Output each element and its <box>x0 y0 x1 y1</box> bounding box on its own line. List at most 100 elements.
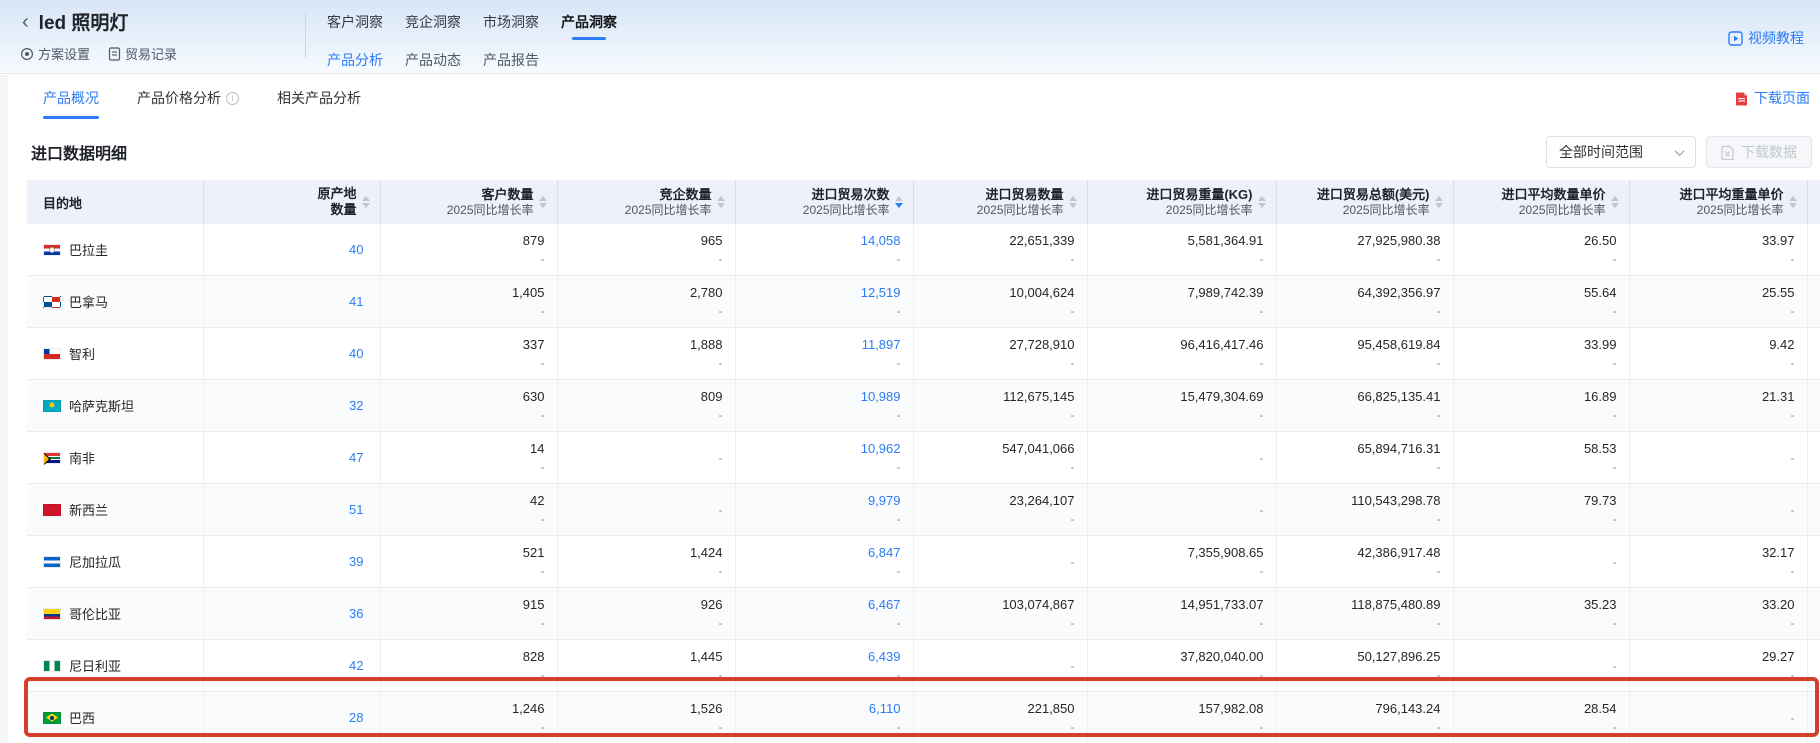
trade-count-link[interactable]: 6,439 <box>868 649 901 665</box>
country-name: 智利 <box>69 344 95 363</box>
sort-icon[interactable] <box>895 196 903 208</box>
metric-value: 915 <box>523 597 545 613</box>
metric-cell-import_trade_qty: - <box>913 640 1087 692</box>
nav-market-insight[interactable]: 市场洞察 <box>483 12 539 36</box>
metric-cell-customer_count: 14- <box>380 432 557 484</box>
sort-icon[interactable] <box>539 196 547 208</box>
sort-icon[interactable] <box>362 196 370 208</box>
sort-icon[interactable] <box>1069 196 1077 208</box>
destination-cell: 尼日利亚 <box>27 640 203 692</box>
origin-count-link[interactable]: 40 <box>349 242 363 257</box>
origin-count-link[interactable]: 41 <box>349 294 363 309</box>
tab-related-analysis[interactable]: 相关产品分析 <box>277 74 361 122</box>
metric-cell-import_trade_amount: 796,143.24- <box>1276 692 1453 743</box>
country-name: 尼加拉瓜 <box>69 552 121 571</box>
subnav-product-analysis[interactable]: 产品分析 <box>327 50 383 70</box>
origin-count-cell: 51 <box>203 484 380 536</box>
tab-price-analysis[interactable]: 产品价格分析 <box>137 74 239 122</box>
col-header-origin_count[interactable]: 原产地数量 <box>203 180 380 224</box>
subnav-product-dynamics[interactable]: 产品动态 <box>405 50 461 70</box>
metric-value: 103,074,867 <box>1002 597 1074 613</box>
origin-count-link[interactable]: 28 <box>349 710 363 725</box>
download-data-button[interactable]: 下载数据 <box>1706 136 1812 168</box>
col-header-import_trade_weight[interactable]: 进口贸易重量(KG)2025同比增长率 <box>1087 180 1276 224</box>
trade-count-link[interactable]: 12,519 <box>861 285 901 301</box>
growth-value: - <box>541 512 545 526</box>
col-header-customer_count[interactable]: 客户数量2025同比增长率 <box>380 180 557 224</box>
origin-count-link[interactable]: 32 <box>349 398 363 413</box>
trade-count-link[interactable]: 6,110 <box>869 701 901 717</box>
country-name: 哥伦比亚 <box>69 604 121 623</box>
metric-cell-import_trade_qty: 27,728,910- <box>913 328 1087 380</box>
metric-cell-avg_weight_unit_price: 21.31- <box>1629 380 1807 432</box>
metric-value: 828 <box>523 649 545 665</box>
col-header-import_trade_amount[interactable]: 进口贸易总额(美元)2025同比增长率 <box>1276 180 1453 224</box>
growth-value: - <box>541 720 545 734</box>
trade-count-link[interactable]: 11,897 <box>862 337 901 353</box>
import-data-table: 目的地 原产地数量客户数量2025同比增长率竞企数量2025同比增长率进口贸易次数… <box>27 180 1820 743</box>
tab-product-overview[interactable]: 产品概况 <box>43 74 99 122</box>
metric-value: 21.31 <box>1762 389 1795 405</box>
col-header-label: 数量 <box>317 202 356 218</box>
growth-value: - <box>1437 616 1441 630</box>
trade-records-button[interactable]: 贸易记录 <box>108 44 177 63</box>
time-range-select[interactable]: 全部时间范围 <box>1546 136 1696 168</box>
destination-cell: 巴拉圭 <box>27 224 203 276</box>
col-header-import_trade_qty[interactable]: 进口贸易数量2025同比增长率 <box>913 180 1087 224</box>
table-row: 巴拿马411,405-2,780-12,519-10,004,624-7,989… <box>27 276 1820 328</box>
metric-value: 55.64 <box>1584 285 1617 301</box>
sort-icon[interactable] <box>1789 196 1797 208</box>
metric-value: 42 <box>530 493 544 509</box>
trade-count-link[interactable]: 6,847 <box>868 545 901 561</box>
growth-value: - <box>1260 304 1264 318</box>
col-header-avg_qty_unit_price[interactable]: 进口平均数量单价2025同比增长率 <box>1453 180 1629 224</box>
video-tutorial-link[interactable]: 视频教程 <box>1728 28 1804 48</box>
sort-icon[interactable] <box>1258 196 1266 208</box>
origin-count-link[interactable]: 47 <box>349 450 363 465</box>
col-header-import_trade_count[interactable]: 进口贸易次数2025同比增长率 <box>735 180 913 224</box>
metric-cell-avg_qty_unit_price: - <box>1453 536 1629 588</box>
metric-cell-competitor_count: 1,888- <box>557 328 735 380</box>
table-row: 哥伦比亚36915-926-6,467-103,074,867-14,951,7… <box>27 588 1820 640</box>
sort-icon[interactable] <box>1611 196 1619 208</box>
back-button[interactable]: ‹ <box>20 12 31 32</box>
nav-competitor-insight[interactable]: 竞企洞察 <box>405 12 461 36</box>
scheme-settings-button[interactable]: 方案设置 <box>20 44 90 63</box>
subnav-product-report[interactable]: 产品报告 <box>483 50 539 70</box>
metric-value: 965 <box>701 233 723 249</box>
growth-value: - <box>719 616 723 630</box>
origin-count-link[interactable]: 42 <box>349 658 363 673</box>
growth-value: - <box>897 304 901 318</box>
col-header-competitor_count[interactable]: 竞企数量2025同比增长率 <box>557 180 735 224</box>
country-flag-icon <box>43 556 61 568</box>
trade-count-link[interactable]: 9,979 <box>868 493 901 509</box>
origin-count-link[interactable]: 51 <box>349 502 363 517</box>
col-header-label: 目的地 <box>43 196 82 211</box>
video-tutorial-label: 视频教程 <box>1748 28 1804 48</box>
trade-count-link[interactable]: 10,989 <box>861 389 901 405</box>
country-name: 哈萨克斯坦 <box>69 396 134 415</box>
sort-icon[interactable] <box>717 196 725 208</box>
col-header-avg_weight_unit_price[interactable]: 进口平均重量单价2025同比增长率 <box>1629 180 1807 224</box>
metric-cell-import_trade_count: 14,058- <box>735 224 913 276</box>
origin-count-link[interactable]: 40 <box>349 346 363 361</box>
country-name: 南非 <box>69 448 95 467</box>
col-header-label: 进口平均重量单价 <box>1679 187 1783 203</box>
growth-value: - <box>719 451 723 465</box>
origin-count-link[interactable]: 36 <box>349 606 363 621</box>
metric-value: 14 <box>530 441 544 457</box>
destination-cell: 南非 <box>27 432 203 484</box>
sort-icon[interactable] <box>1435 196 1443 208</box>
download-page-link[interactable]: 下载页面 <box>1735 88 1810 108</box>
nav-customer-insight[interactable]: 客户洞察 <box>327 12 383 36</box>
trade-count-link[interactable]: 10,962 <box>861 441 901 457</box>
metric-cell-competitor_count: 1,424- <box>557 536 735 588</box>
trade-count-link[interactable]: 14,058 <box>861 233 901 249</box>
growth-value: - <box>1260 408 1264 422</box>
growth-value: - <box>897 512 901 526</box>
nav-product-insight[interactable]: 产品洞察 <box>561 12 617 36</box>
trade-count-link[interactable]: 6,467 <box>868 597 901 613</box>
time-range-value: 全部时间范围 <box>1559 142 1643 162</box>
origin-count-link[interactable]: 39 <box>349 554 363 569</box>
growth-value: - <box>1071 659 1075 673</box>
